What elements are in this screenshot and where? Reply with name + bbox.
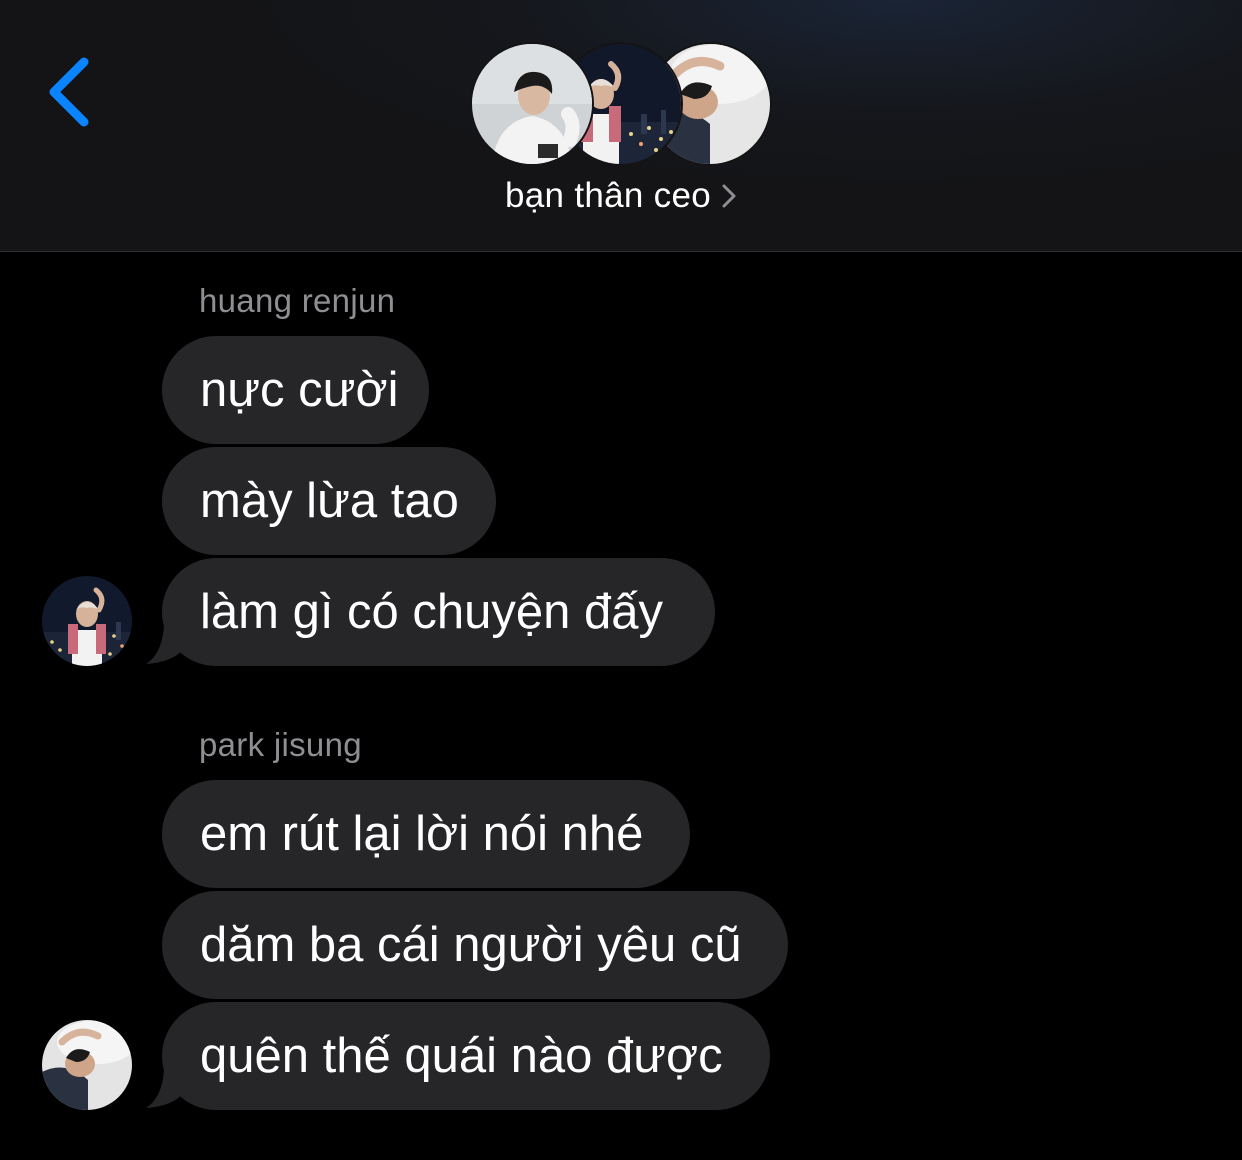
- chevron-right-icon: [721, 178, 737, 218]
- message-text: em rút lại lời nói nhé: [200, 807, 644, 861]
- group-name-label: bạn thân ceo: [505, 176, 711, 215]
- message-bubble[interactable]: làm gì có chuyện đấy: [162, 558, 715, 666]
- back-button[interactable]: [40, 50, 100, 134]
- message-text: quên thế quái nào được: [200, 1029, 723, 1083]
- message-bubble[interactable]: dăm ba cái người yêu cũ: [162, 891, 788, 999]
- group-member-avatar-1: [472, 44, 592, 164]
- group-name-button[interactable]: bạn thân ceo: [0, 176, 1242, 218]
- message-bubble[interactable]: em rút lại lời nói nhé: [162, 780, 690, 888]
- message-bubble[interactable]: nực cười: [162, 336, 429, 444]
- message-text: nực cười: [200, 363, 399, 417]
- message-text: mày lừa tao: [200, 474, 459, 528]
- chat-header: bạn thân ceo: [0, 0, 1242, 252]
- message-bubble[interactable]: mày lừa tao: [162, 447, 496, 555]
- sender-name: huang renjun: [199, 282, 396, 319]
- message-bubble[interactable]: quên thế quái nào được: [162, 1002, 770, 1110]
- chevron-left-icon: [49, 57, 89, 127]
- group-avatars[interactable]: [472, 44, 772, 166]
- message-text: dăm ba cái người yêu cũ: [200, 918, 742, 972]
- sender-avatar[interactable]: [42, 1020, 132, 1110]
- message-text: làm gì có chuyện đấy: [200, 585, 664, 639]
- sender-name: park jisung: [199, 726, 362, 763]
- sender-avatar[interactable]: [42, 576, 132, 666]
